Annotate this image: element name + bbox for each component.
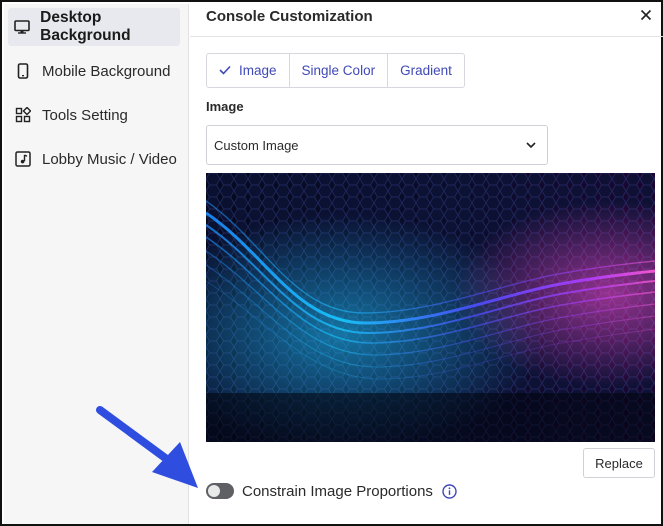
chevron-down-icon [525, 139, 537, 151]
sidebar-item-label: Mobile Background [42, 62, 171, 80]
window-frame: Desktop Background Mobile Background Too… [0, 0, 663, 526]
monitor-icon [14, 18, 30, 36]
background-image-preview [206, 173, 655, 442]
tab-label: Single Color [301, 63, 376, 78]
sidebar-item-label: Lobby Music / Video [42, 150, 177, 168]
constrain-proportions-toggle[interactable] [206, 483, 234, 499]
header-divider [190, 36, 663, 37]
sidebar-item-label: Desktop Background [40, 9, 131, 44]
image-field-label: Image [206, 99, 244, 114]
tab-single-color[interactable]: Single Color [290, 54, 389, 87]
tab-image[interactable]: Image [207, 54, 290, 87]
tab-gradient[interactable]: Gradient [388, 54, 464, 87]
select-value: Custom Image [214, 137, 299, 153]
image-source-select[interactable]: Custom Image [206, 125, 548, 165]
constrain-proportions-label: Constrain Image Proportions [242, 482, 433, 500]
constrain-proportions-row: Constrain Image Proportions [206, 480, 457, 502]
tab-label: Image [239, 63, 277, 78]
checkmark-icon [219, 63, 231, 78]
music-note-icon [14, 150, 32, 168]
tools-grid-icon [14, 106, 32, 124]
close-icon[interactable] [640, 8, 652, 26]
sidebar-item-lobby-music-video[interactable]: Lobby Music / Video [8, 140, 180, 178]
sidebar-item-label: Tools Setting [42, 106, 128, 124]
sidebar-item-mobile-background[interactable]: Mobile Background [8, 52, 180, 90]
panel-title: Console Customization [206, 8, 373, 25]
sidebar-item-desktop-background[interactable]: Desktop Background [8, 8, 180, 46]
phone-icon [14, 62, 32, 80]
background-type-tabs: Image Single Color Gradient [206, 53, 465, 88]
annotation-arrow [96, 406, 198, 488]
tab-label: Gradient [400, 63, 452, 78]
sidebar-item-tools-setting[interactable]: Tools Setting [8, 96, 180, 134]
toggle-knob [208, 485, 220, 497]
replace-button[interactable]: Replace [583, 448, 655, 478]
info-icon[interactable] [442, 483, 457, 499]
